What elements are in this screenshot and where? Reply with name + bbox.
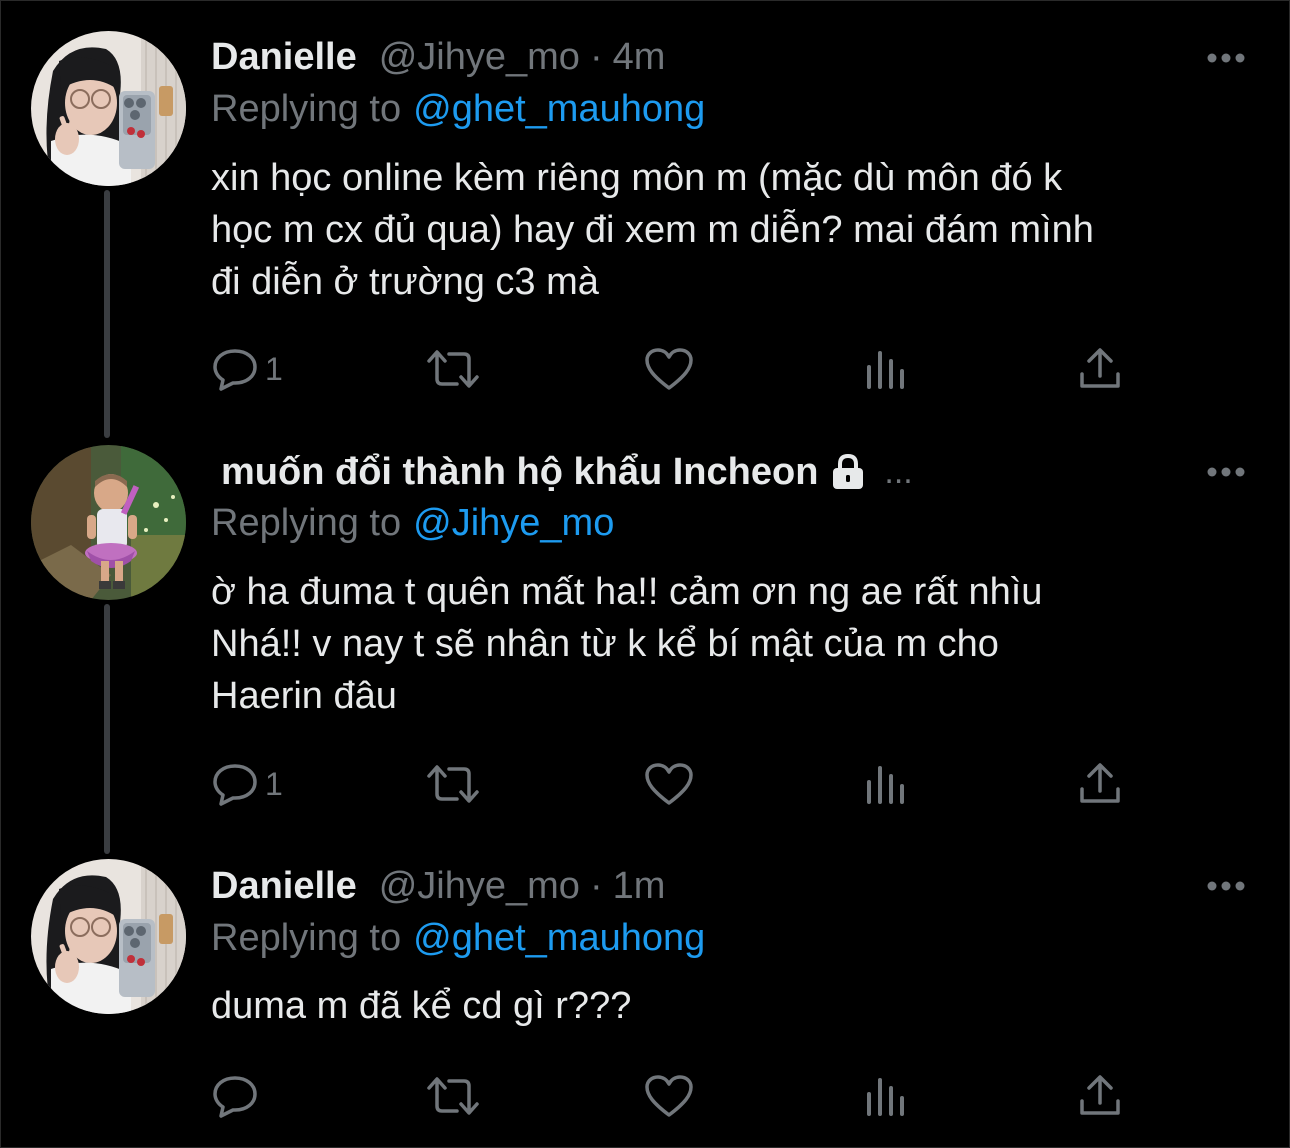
reply-button[interactable]	[211, 1071, 265, 1121]
replying-prefix: Replying to	[211, 501, 402, 544]
tweet-text-line: Haerin đâu	[211, 675, 397, 717]
tweet-text-line: Nhá!! v nay t sẽ nhân từ k kể bí mật của…	[211, 623, 999, 665]
views-icon	[867, 766, 904, 804]
reply-button[interactable]: 1	[211, 759, 283, 809]
timestamp[interactable]: 4m	[613, 36, 666, 79]
separator-dot: ·	[589, 35, 603, 78]
tweet-header: Danielle @Jihye_mo · 1m	[211, 861, 1220, 911]
replying-to-line: Replying to @ghet_mauhong	[211, 84, 705, 134]
reply-icon	[213, 349, 257, 391]
reply-count: 1	[265, 350, 283, 387]
reply-icon	[213, 1076, 257, 1118]
action-bar: 1	[211, 344, 1131, 394]
retweet-icon	[427, 765, 479, 803]
reply-icon	[213, 764, 257, 806]
lock-icon	[833, 453, 864, 489]
mention-link[interactable]: @ghet_mauhong	[413, 88, 705, 131]
avatar[interactable]	[31, 859, 186, 1014]
heart-icon	[645, 1075, 693, 1117]
more-dots-icon	[1207, 467, 1245, 477]
share-icon	[1080, 763, 1120, 803]
mention-link[interactable]: @ghet_mauhong	[413, 917, 705, 960]
display-name[interactable]: Danielle	[211, 865, 357, 908]
views-icon	[867, 1078, 904, 1116]
views-button[interactable]	[863, 344, 907, 394]
display-name[interactable]: Danielle	[211, 36, 357, 79]
avatar[interactable]	[31, 445, 186, 600]
replying-to-line: Replying to @ghet_mauhong	[211, 913, 705, 963]
like-button[interactable]	[643, 344, 695, 394]
share-icon	[1080, 348, 1120, 388]
user-handle[interactable]: @Jihye_mo	[379, 865, 580, 908]
tweet-text-line: ờ ha đuma t quên mất ha!! cảm ơn ng ae r…	[211, 571, 1043, 613]
tweet-text: ờ ha đuma t quên mất ha!! cảm ơn ng ae r…	[211, 566, 1251, 722]
tweet-text: duma m đã kể cd gì r???	[211, 980, 1251, 1032]
display-name[interactable]: muốn đổi thành hộ khẩu Incheon	[221, 451, 818, 494]
tweet-text-line: học m cx đủ qua) hay đi xem m diễn? mai …	[211, 209, 1094, 251]
girl-selfie-avatar-image	[31, 31, 186, 186]
reply-count: 1	[265, 765, 283, 802]
share-button[interactable]	[1077, 1071, 1123, 1121]
share-icon	[1080, 1075, 1120, 1115]
retweet-icon	[427, 350, 479, 388]
views-button[interactable]	[863, 1071, 907, 1121]
more-button[interactable]	[1204, 43, 1248, 73]
tweet-header: muốn đổi thành hộ khẩu Incheon ...	[221, 447, 1220, 497]
like-button[interactable]	[643, 1071, 695, 1121]
game-character-avatar-image	[31, 445, 186, 600]
replying-prefix: Replying to	[211, 87, 402, 130]
retweet-button[interactable]	[425, 1071, 481, 1121]
more-button[interactable]	[1204, 871, 1248, 901]
tweet-text: xin học online kèm riêng môn m (mặc dù m…	[211, 152, 1251, 308]
replying-prefix: Replying to	[211, 916, 402, 959]
user-handle[interactable]: @Jihye_mo	[379, 36, 580, 79]
heart-icon	[645, 763, 693, 805]
action-bar: 1	[211, 759, 1131, 809]
tweet-text-line: xin học online kèm riêng môn m (mặc dù m…	[211, 157, 1063, 199]
more-button[interactable]	[1204, 457, 1248, 487]
tweet-text-line: duma m đã kể cd gì r???	[211, 985, 632, 1027]
more-dots-icon	[1207, 53, 1245, 63]
reply-button[interactable]: 1	[211, 344, 283, 394]
like-button[interactable]	[643, 759, 695, 809]
tweet-header: Danielle @Jihye_mo · 4m	[211, 32, 1220, 82]
timestamp[interactable]: 1m	[613, 865, 666, 908]
more-dots-icon	[1207, 881, 1245, 891]
retweet-button[interactable]	[425, 344, 481, 394]
share-button[interactable]	[1077, 344, 1123, 394]
mention-link[interactable]: @Jihye_mo	[413, 502, 614, 545]
avatar[interactable]	[31, 31, 186, 186]
retweet-button[interactable]	[425, 759, 481, 809]
name-truncation: ...	[884, 452, 913, 491]
tweet-text-line: đi diễn ở trường c3 mà	[211, 261, 599, 303]
views-button[interactable]	[863, 759, 907, 809]
thread-connector-line	[104, 190, 110, 438]
views-icon	[867, 351, 904, 389]
replying-to-line: Replying to @Jihye_mo	[211, 498, 614, 548]
heart-icon	[645, 348, 693, 390]
separator-dot: ·	[589, 864, 603, 907]
share-button[interactable]	[1077, 759, 1123, 809]
action-bar	[211, 1071, 1131, 1121]
retweet-icon	[427, 1077, 479, 1115]
thread-connector-line	[104, 604, 110, 854]
girl-selfie-avatar-image	[31, 859, 186, 1014]
